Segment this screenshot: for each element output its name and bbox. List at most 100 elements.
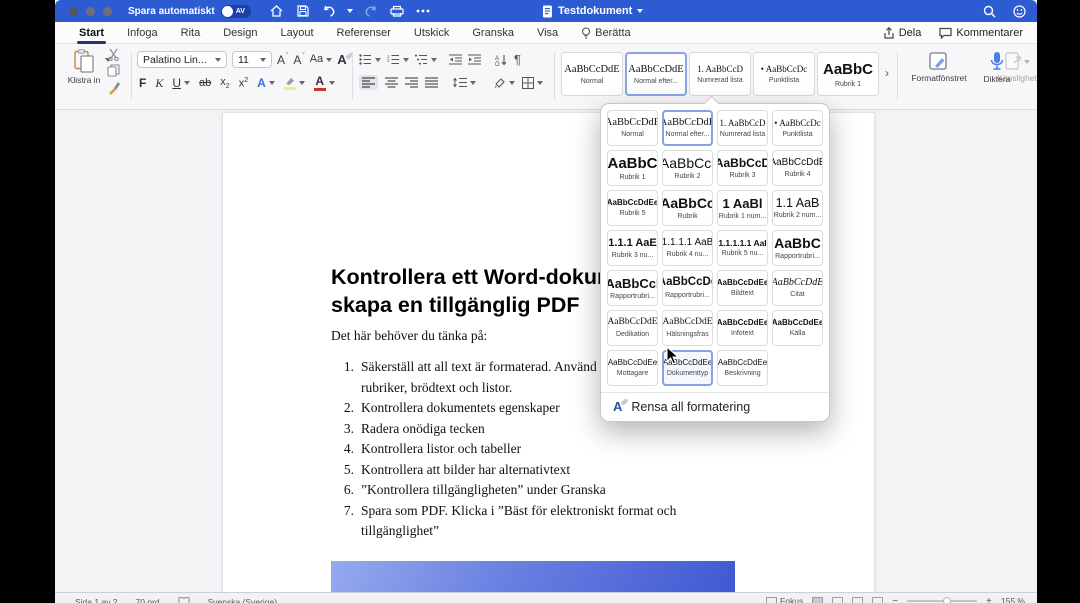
style-card-rapportrubri[interactable]: AaBbCcDcRapportrubri... xyxy=(662,270,713,306)
style-card-bildtext[interactable]: AaBbCcDdEeBildtext xyxy=(717,270,768,306)
zoom-level[interactable]: 155 % xyxy=(1001,596,1025,603)
bullet-list-button[interactable] xyxy=(359,54,381,65)
paste-button[interactable]: Klistra in xyxy=(67,49,101,85)
style-card-rubrik-2[interactable]: AaBbCcIRubrik 2 xyxy=(662,150,713,186)
italic-button[interactable]: K xyxy=(155,76,163,91)
tab-beratta[interactable]: Berätta xyxy=(581,27,630,39)
style-card-mottagare[interactable]: AaBbCcDdEeMottagare xyxy=(607,350,658,386)
zoom-in-button[interactable]: + xyxy=(986,596,992,603)
more-icon[interactable] xyxy=(415,3,431,19)
sort-button[interactable]: AÖ xyxy=(495,54,508,66)
align-right-button[interactable] xyxy=(405,77,418,88)
style-card-citat[interactable]: AaBbCcDdECitat xyxy=(772,270,823,306)
bold-button[interactable]: F xyxy=(139,76,146,90)
zoom-out-button[interactable]: − xyxy=(892,596,898,603)
align-center-button[interactable] xyxy=(385,77,398,88)
format-painter-icon[interactable] xyxy=(107,81,121,98)
view-outline-button[interactable] xyxy=(852,597,863,603)
style-card-rubrik-5-nu[interactable]: 1.1.1.1.1 AaIRubrik 5 nu... xyxy=(717,230,768,266)
style-card-normal[interactable]: AaBbCcDdENormal xyxy=(561,52,623,96)
increase-indent-button[interactable] xyxy=(468,54,481,65)
strikethrough-button[interactable]: ab xyxy=(199,77,211,89)
clear-all-formatting-button[interactable]: A Rensa all formatering xyxy=(601,392,829,421)
print-icon[interactable] xyxy=(389,3,405,19)
search-icon[interactable] xyxy=(981,3,997,19)
word-count[interactable]: 70 ord xyxy=(136,597,160,603)
proofing-icon[interactable] xyxy=(178,597,190,603)
style-card-infotext[interactable]: AaBbCcDdEeInfotext xyxy=(717,310,768,346)
style-card-rubrik-4[interactable]: AaBbCcDdERubrik 4 xyxy=(772,150,823,186)
multilevel-list-button[interactable] xyxy=(415,54,437,65)
style-card-beskrivning[interactable]: AaBbCcDdEeBeskrivning xyxy=(717,350,768,386)
style-card-normal[interactable]: AaBbCcDdENormal xyxy=(607,110,658,146)
focus-toggle[interactable]: Fokus xyxy=(766,596,803,603)
traffic-light-close[interactable] xyxy=(69,7,78,16)
format-pane-button[interactable]: Formatfönstret xyxy=(903,51,975,83)
style-card-rubrik-3-nu[interactable]: 1.1.1 AaERubrik 3 nu... xyxy=(607,230,658,266)
style-card-rubrik-1[interactable]: AaBbCRubrik 1 xyxy=(817,52,879,96)
style-card-halsningsfras[interactable]: AaBbCcDdEHälsningsfras xyxy=(662,310,713,346)
style-card-rubrik-5[interactable]: AaBbCcDdEeRubrik 5 xyxy=(607,190,658,226)
font-color-button[interactable]: A xyxy=(314,75,335,91)
justify-button[interactable] xyxy=(425,77,438,88)
doc-image-banner[interactable] xyxy=(331,561,735,592)
document-title[interactable]: Testdokument xyxy=(542,5,643,18)
style-card-rubrik-2-num[interactable]: 1.1 AaBRubrik 2 num... xyxy=(772,190,823,226)
line-spacing-button[interactable] xyxy=(453,77,476,88)
language-indicator[interactable]: Svenska (Sverige) xyxy=(208,597,277,603)
numbered-list-button[interactable]: 12 xyxy=(387,54,409,65)
style-card-numrerad-lista[interactable]: 1. AaBbCcDNumrerad lista xyxy=(689,52,751,96)
style-card-rubrik-1[interactable]: AaBbCRubrik 1 xyxy=(607,150,658,186)
style-card-normal-efter[interactable]: AaBbCcDdENormal efter... xyxy=(625,52,687,96)
tab-layout[interactable]: Layout xyxy=(280,27,313,39)
shrink-font-button[interactable]: Aˇ xyxy=(293,54,304,66)
traffic-light-minimize[interactable] xyxy=(86,7,95,16)
tab-granska[interactable]: Granska xyxy=(472,27,514,39)
text-effects-button[interactable]: A xyxy=(257,77,275,89)
tab-rita[interactable]: Rita xyxy=(181,27,201,39)
clear-formatting-button[interactable]: A xyxy=(337,53,346,66)
feedback-smiley-icon[interactable] xyxy=(1011,3,1027,19)
tab-utskick[interactable]: Utskick xyxy=(414,27,449,39)
undo-icon[interactable] xyxy=(321,3,337,19)
tab-infoga[interactable]: Infoga xyxy=(127,27,158,39)
decrease-indent-button[interactable] xyxy=(449,54,462,65)
style-card-punktlista[interactable]: • AaBbCcDcPunktlista xyxy=(753,52,815,96)
view-draft-button[interactable] xyxy=(872,597,883,603)
comments-button[interactable]: Kommentarer xyxy=(939,27,1023,39)
style-card-dedikation[interactable]: AaBbCcDdEDedikation xyxy=(607,310,658,346)
traffic-light-zoom[interactable] xyxy=(103,7,112,16)
style-card-kalla[interactable]: AaBbCcDdEeKälla xyxy=(772,310,823,346)
font-name-select[interactable]: Palatino Lin... xyxy=(137,51,227,68)
borders-button[interactable] xyxy=(522,77,543,89)
change-case-button[interactable]: Aa xyxy=(310,54,332,65)
style-card-rubrik-1-num[interactable]: 1 AaBlRubrik 1 num... xyxy=(717,190,768,226)
save-icon[interactable] xyxy=(295,3,311,19)
style-card-rapportrubri[interactable]: AaBbCRapportrubri... xyxy=(772,230,823,266)
share-button[interactable]: Dela xyxy=(883,27,922,39)
highlight-button[interactable] xyxy=(284,77,305,90)
font-size-select[interactable]: 11 xyxy=(232,51,272,68)
style-card-rubrik[interactable]: AaBbCcRubrik xyxy=(662,190,713,226)
view-print-layout-button[interactable] xyxy=(812,597,823,603)
subscript-button[interactable]: x2 xyxy=(220,76,229,90)
shading-button[interactable] xyxy=(493,77,515,89)
pilcrow-button[interactable]: ¶ xyxy=(514,52,521,67)
tab-design[interactable]: Design xyxy=(223,27,257,39)
grow-font-button[interactable]: Aˆ xyxy=(277,54,288,66)
superscript-button[interactable]: x2 xyxy=(239,77,248,90)
copy-icon[interactable] xyxy=(107,64,120,80)
style-card-rubrik-4-nu[interactable]: 1.1.1.1 AaBRubrik 4 nu... xyxy=(662,230,713,266)
style-card-rubrik-3[interactable]: AaBbCcDRubrik 3 xyxy=(717,150,768,186)
style-card-rapportrubri[interactable]: AaBbCcIRapportrubri... xyxy=(607,270,658,306)
autosave-toggle[interactable]: AV xyxy=(221,5,251,18)
view-web-layout-button[interactable] xyxy=(832,597,843,603)
style-card-numrerad-lista[interactable]: 1. AaBbCcDNumrerad lista xyxy=(717,110,768,146)
style-card-punktlista[interactable]: • AaBbCcDcPunktlista xyxy=(772,110,823,146)
zoom-slider[interactable] xyxy=(907,600,977,602)
home-icon[interactable] xyxy=(269,3,285,19)
page-indicator[interactable]: Sida 1 av 2 xyxy=(75,597,118,603)
align-left-button[interactable] xyxy=(359,75,378,90)
gallery-more-chevron[interactable]: › xyxy=(885,66,889,80)
tab-visa[interactable]: Visa xyxy=(537,27,558,39)
